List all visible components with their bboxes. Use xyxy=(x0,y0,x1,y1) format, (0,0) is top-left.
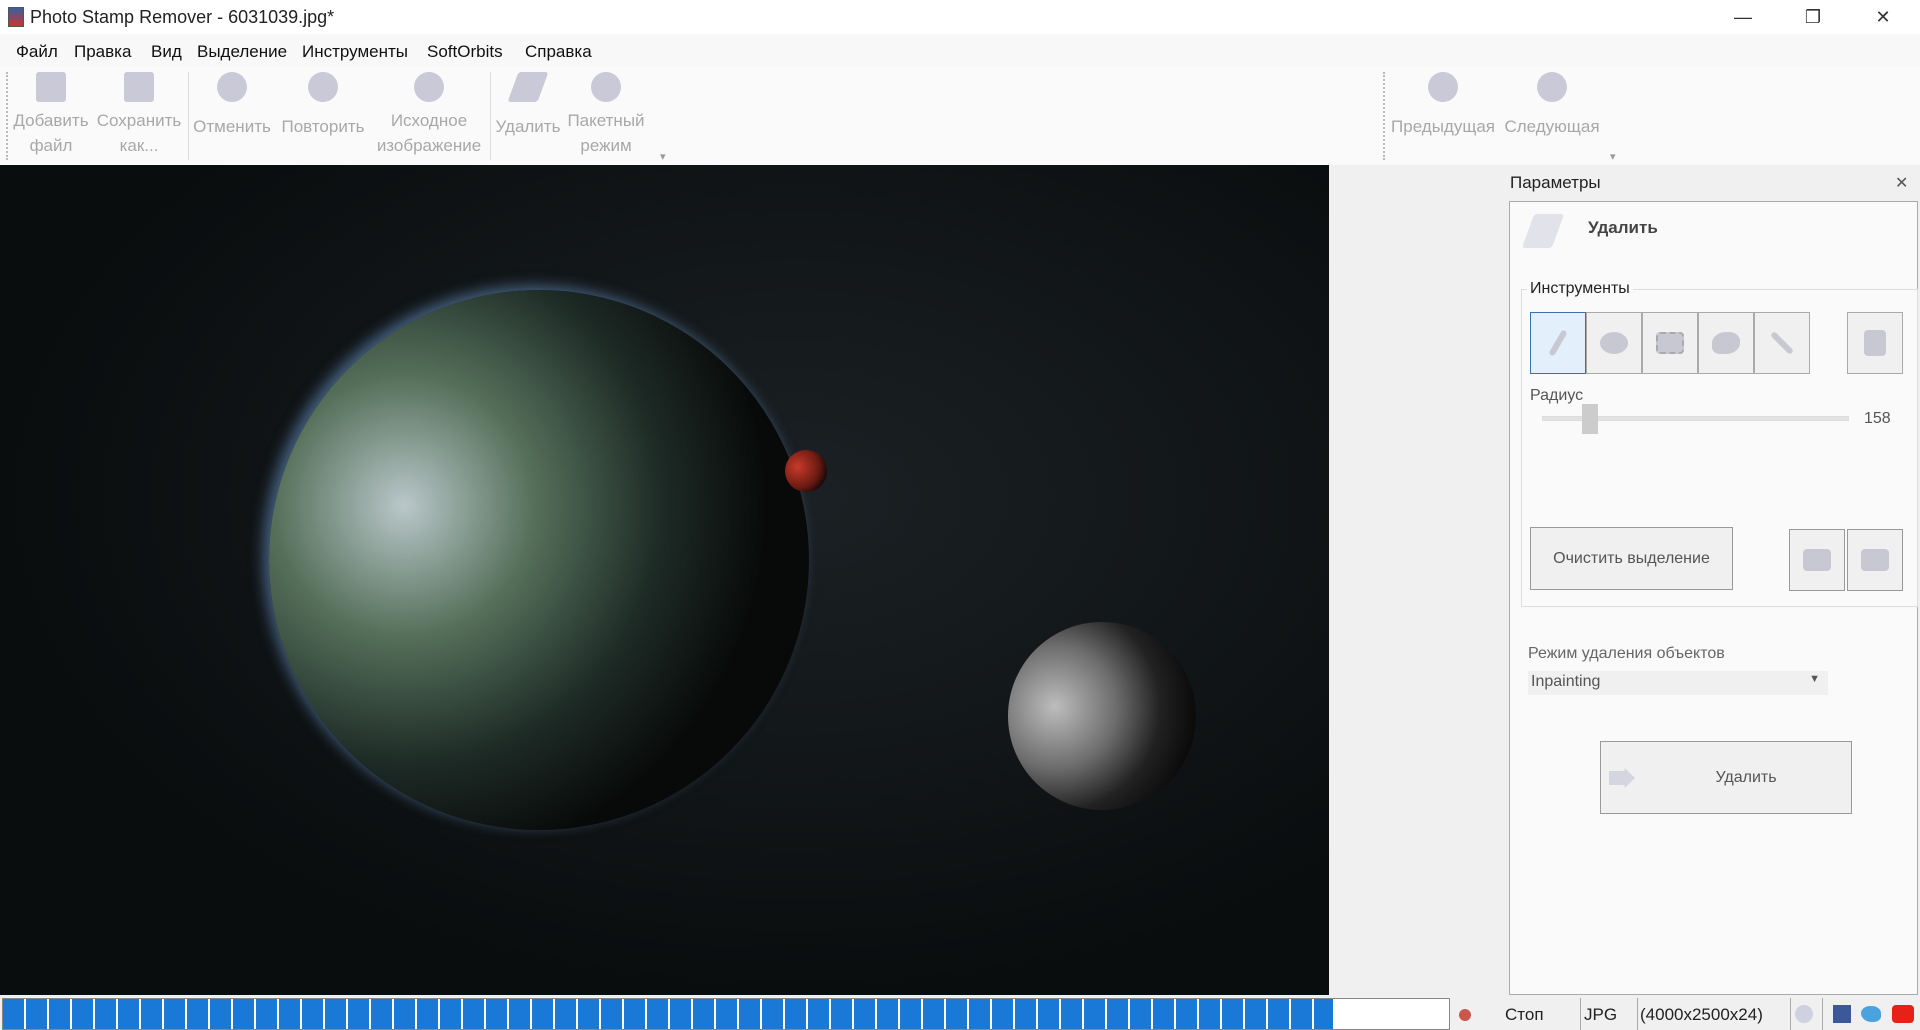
panel-title: Параметры xyxy=(1510,173,1601,192)
batch-mode-button[interactable]: Пакетный режим xyxy=(562,72,650,158)
title-bar: Photo Stamp Remover - 6031039.jpg* — ❐ ✕ xyxy=(0,0,1920,34)
label: как... xyxy=(119,136,159,155)
label: Предыдущая xyxy=(1391,117,1495,136)
tools-group-label: Инструменты xyxy=(1527,280,1633,298)
arrow-right-icon xyxy=(1609,768,1635,788)
save-selection-button[interactable] xyxy=(1789,529,1845,591)
label: Исходное xyxy=(390,111,468,130)
stop-button[interactable]: Стоп xyxy=(1505,1005,1544,1025)
menu-bar: Файл Правка Вид Выделение Инструменты So… xyxy=(0,34,1920,66)
add-file-button[interactable]: Добавить файл xyxy=(10,72,92,158)
label: Сохранить xyxy=(96,111,182,130)
menu-edit[interactable]: Правка xyxy=(74,42,131,62)
previous-button[interactable]: Предыдущая xyxy=(1388,72,1498,139)
save-as-button[interactable]: Сохранить как... xyxy=(94,72,184,158)
lasso-tool[interactable] xyxy=(1698,312,1754,374)
redo-button[interactable]: Повторить xyxy=(278,72,368,139)
removal-mode-select[interactable]: Inpainting ▼ xyxy=(1528,671,1828,695)
eraser-icon xyxy=(1521,214,1565,248)
undo-icon xyxy=(217,72,247,102)
progress-bar xyxy=(2,998,1450,1030)
clock-icon xyxy=(414,72,444,102)
twitter-icon[interactable] xyxy=(1861,1006,1881,1022)
menu-tools[interactable]: Инструменты xyxy=(302,42,408,62)
folder-icon xyxy=(36,72,66,102)
facebook-icon[interactable] xyxy=(1833,1005,1851,1023)
rect-select-icon xyxy=(1656,332,1684,354)
ellipse-select-tool[interactable] xyxy=(1586,312,1642,374)
image-canvas[interactable] xyxy=(0,165,1329,995)
panel-close-button[interactable]: ✕ xyxy=(1895,173,1908,193)
label: Добавить xyxy=(13,111,89,130)
load-selection-icon xyxy=(1861,549,1889,571)
radius-slider-thumb[interactable] xyxy=(1582,404,1599,434)
remove-objects-label: Удалить xyxy=(1715,768,1777,786)
youtube-icon[interactable] xyxy=(1892,1005,1914,1023)
remove-objects-button[interactable]: Удалить xyxy=(1600,741,1852,814)
tools-group: Инструменты Радиус 158 Очистить выделени… xyxy=(1521,280,1918,607)
menu-view[interactable]: Вид xyxy=(151,42,182,62)
label: режим xyxy=(580,136,632,155)
menu-help[interactable]: Справка xyxy=(525,42,592,62)
toolbar-overflow-button-2[interactable]: ▾ xyxy=(1610,150,1616,163)
panel-content: Удалить Инструменты Радиус 158 Очистить … xyxy=(1509,201,1918,995)
label: Повторить xyxy=(281,117,365,136)
earth-planet xyxy=(269,290,809,830)
radius-value: 158 xyxy=(1864,410,1891,427)
clear-selection-button[interactable]: Очистить выделение xyxy=(1530,527,1733,590)
removal-mode-label: Режим удаления объектов xyxy=(1528,645,1725,662)
canvas-margin xyxy=(1329,165,1505,995)
removal-mode-value: Inpainting xyxy=(1531,673,1601,690)
next-button[interactable]: Следующая xyxy=(1500,72,1604,139)
rect-select-tool[interactable] xyxy=(1642,312,1698,374)
status-bar: Стоп JPG (4000x2500x24) xyxy=(0,995,1920,1030)
label: Отменить xyxy=(193,117,271,136)
original-image-button[interactable]: Исходное изображение xyxy=(372,72,486,158)
stop-icon[interactable] xyxy=(1459,1009,1471,1021)
moon xyxy=(1008,622,1196,810)
remove-button[interactable]: Удалить xyxy=(494,72,562,139)
parameters-panel: Параметры ✕ Удалить Инструменты Радиус 1… xyxy=(1505,165,1920,995)
menu-selection[interactable]: Выделение xyxy=(197,42,287,62)
redo-icon xyxy=(308,72,338,102)
lasso-icon xyxy=(1712,332,1740,354)
label: Следующая xyxy=(1504,117,1600,136)
label: изображение xyxy=(376,136,482,155)
image-format: JPG xyxy=(1584,1005,1618,1024)
arrow-right-icon xyxy=(1537,72,1567,102)
load-selection-button[interactable] xyxy=(1847,529,1903,591)
pencil-tool[interactable] xyxy=(1530,312,1586,374)
eraser-icon xyxy=(507,72,549,102)
info-icon[interactable] xyxy=(1795,1005,1813,1023)
magic-wand-tool[interactable] xyxy=(1754,312,1810,374)
radius-label: Радиус xyxy=(1530,387,1584,404)
pencil-icon xyxy=(1548,329,1568,357)
save-selection-icon xyxy=(1803,549,1831,571)
chevron-down-icon: ▼ xyxy=(1809,673,1820,685)
label: Удалить xyxy=(495,117,561,136)
progress-fill xyxy=(3,999,1334,1029)
minimize-button[interactable]: — xyxy=(1708,0,1778,34)
label: Пакетный xyxy=(567,111,645,130)
app-icon xyxy=(8,7,24,27)
magic-wand-icon xyxy=(1769,330,1795,356)
image-dimensions: (4000x2500x24) xyxy=(1640,1005,1763,1024)
stamp-icon xyxy=(1864,330,1886,356)
save-icon xyxy=(124,72,154,102)
menu-file[interactable]: Файл xyxy=(16,42,58,62)
label: файл xyxy=(29,136,73,155)
undo-button[interactable]: Отменить xyxy=(192,72,272,139)
arrow-left-icon xyxy=(1428,72,1458,102)
close-button[interactable]: ✕ xyxy=(1848,0,1918,34)
gear-icon xyxy=(591,72,621,102)
ellipse-select-icon xyxy=(1600,332,1628,354)
red-planet xyxy=(785,450,827,492)
window-title: Photo Stamp Remover - 6031039.jpg* xyxy=(30,7,335,27)
maximize-button[interactable]: ❐ xyxy=(1778,0,1848,34)
toolbar: Добавить файл Сохранить как... Отменить По… xyxy=(0,66,1920,165)
stamp-tool[interactable] xyxy=(1847,312,1903,374)
toolbar-overflow-button[interactable]: ▾ xyxy=(660,150,666,163)
panel-header: Удалить xyxy=(1588,218,1658,237)
menu-softorbits[interactable]: SoftOrbits xyxy=(427,42,503,62)
